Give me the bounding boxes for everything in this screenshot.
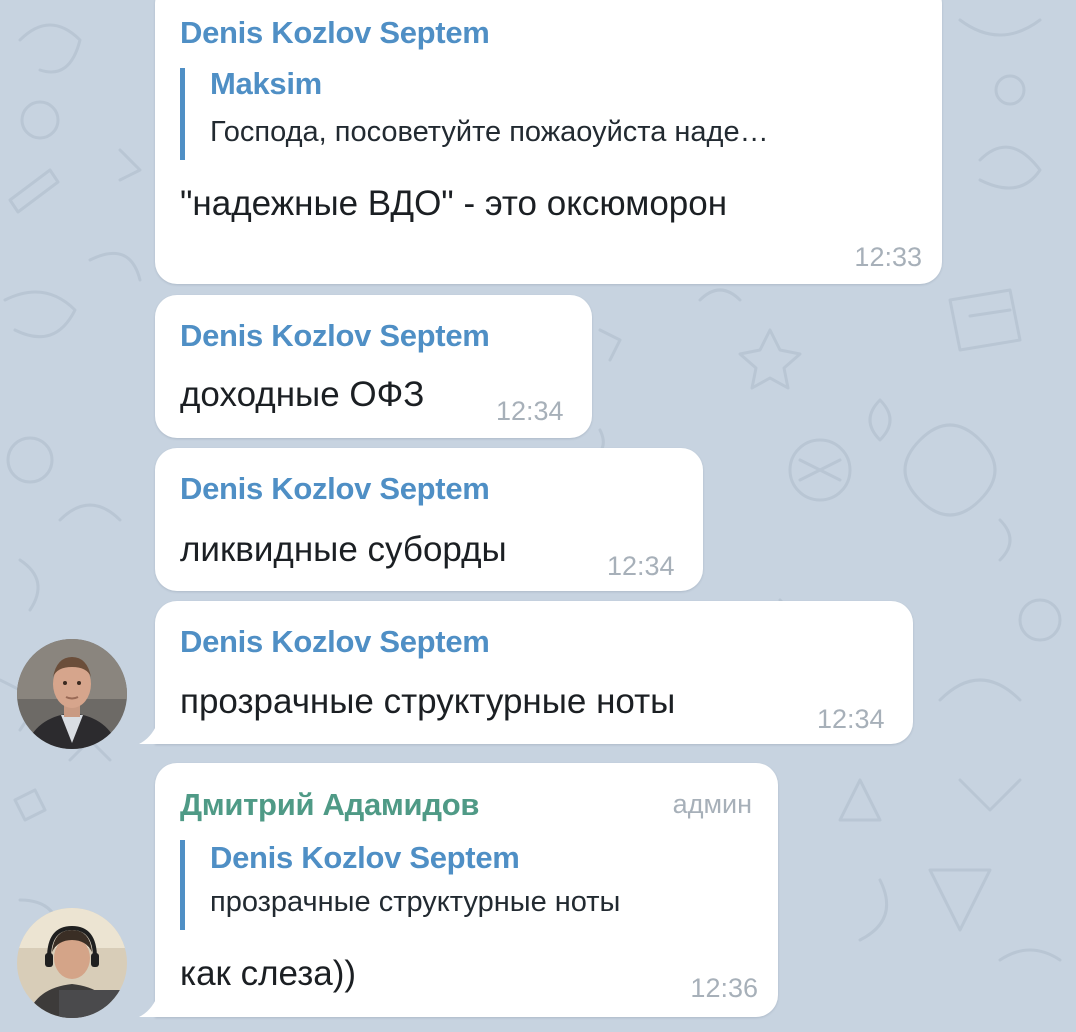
message-time: 12:33 bbox=[854, 242, 922, 272]
message-text: ликвидные суборды bbox=[180, 530, 507, 569]
avatar-photo bbox=[17, 908, 127, 1018]
sender-name[interactable]: Denis Kozlov Septem bbox=[180, 624, 490, 660]
message-bubble[interactable]: Denis Kozlov Septem ликвидные суборды 12… bbox=[155, 448, 703, 591]
bubble-tail bbox=[139, 724, 157, 744]
avatar[interactable] bbox=[17, 639, 127, 749]
reply-text: прозрачные структурные ноты bbox=[210, 886, 621, 918]
avatar-photo bbox=[17, 639, 127, 749]
bubble-tail bbox=[139, 997, 157, 1017]
admin-badge: админ bbox=[672, 789, 752, 819]
sender-name[interactable]: Denis Kozlov Septem bbox=[180, 471, 490, 507]
message-text: прозрачные структурные ноты bbox=[180, 682, 676, 721]
message-text: доходные ОФЗ bbox=[180, 375, 425, 414]
reply-sender-name: Maksim bbox=[210, 66, 322, 101]
message-bubble[interactable]: Дмитрий Адамидов админ Denis Kozlov Sept… bbox=[139, 763, 778, 1017]
message-time: 12:36 bbox=[690, 973, 758, 1003]
sender-name[interactable]: Denis Kozlov Septem bbox=[180, 318, 490, 354]
message-time: 12:34 bbox=[817, 704, 885, 734]
reply-quote[interactable]: Maksim Господа, посоветуйте пожаоуйста н… bbox=[180, 66, 769, 160]
sender-name[interactable]: Дмитрий Адамидов bbox=[180, 787, 479, 823]
message-time: 12:34 bbox=[607, 551, 675, 581]
avatar[interactable] bbox=[17, 908, 127, 1018]
message-bubble[interactable]: Denis Kozlov Septem Maksim Господа, посо… bbox=[155, 0, 942, 284]
reply-text: Господа, посоветуйте пожаоуйста наде… bbox=[210, 116, 769, 148]
sender-name[interactable]: Denis Kozlov Septem bbox=[180, 15, 490, 51]
message-bubble[interactable]: Denis Kozlov Septem доходные ОФЗ 12:34 bbox=[155, 295, 592, 438]
message-time: 12:34 bbox=[496, 396, 564, 426]
reply-quote[interactable]: Denis Kozlov Septem прозрачные структурн… bbox=[180, 840, 620, 930]
message-bubble[interactable]: Denis Kozlov Septem прозрачные структурн… bbox=[139, 601, 913, 744]
reply-sender-name: Denis Kozlov Septem bbox=[210, 840, 520, 875]
message-text: как слеза)) bbox=[180, 954, 357, 993]
message-text: "надежные ВДО" - это оксюморон bbox=[180, 184, 728, 223]
